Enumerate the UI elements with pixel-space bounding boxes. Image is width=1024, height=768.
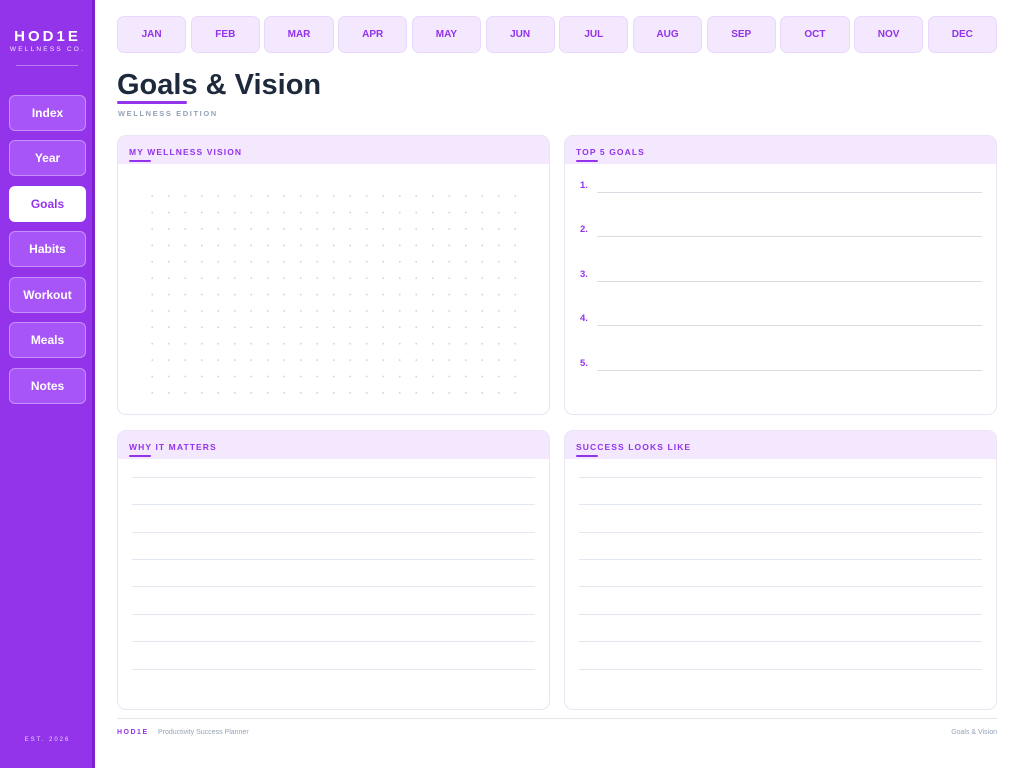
writing-line[interactable]: [132, 477, 535, 478]
goal-number: 3.: [580, 269, 588, 280]
footer-separator: ·: [151, 729, 154, 736]
writing-line[interactable]: [579, 614, 982, 615]
writing-line[interactable]: [579, 586, 982, 587]
tab-aug[interactable]: AUG: [632, 16, 703, 53]
goal-number: 5.: [580, 358, 588, 369]
tab-feb[interactable]: FEB: [190, 16, 260, 53]
page-subtitle: WELLNESS EDITION: [118, 109, 218, 118]
sidebar-item-workout[interactable]: Workout: [9, 277, 86, 313]
goal-input-line[interactable]: [597, 236, 982, 237]
tab-jun[interactable]: JUN: [485, 16, 555, 53]
writing-line[interactable]: [579, 641, 982, 642]
sidebar-item-meals[interactable]: Meals: [9, 322, 86, 358]
goal-row: 2.: [580, 224, 982, 238]
writing-line[interactable]: [132, 532, 535, 533]
why-card: WHY IT MATTERS: [117, 430, 550, 710]
brand-divider: [16, 65, 78, 66]
why-title-accent: [129, 455, 151, 457]
goal-input-line[interactable]: [597, 192, 982, 193]
title-underline: [117, 101, 187, 104]
tab-mar[interactable]: MAR: [264, 16, 334, 53]
sidebar-item-goals[interactable]: Goals: [9, 186, 86, 222]
page-title: Goals & Vision: [117, 69, 322, 101]
writing-line[interactable]: [132, 669, 535, 670]
goals-card-title: TOP 5 GOALS: [576, 147, 645, 157]
sidebar-item-notes[interactable]: Notes: [9, 368, 86, 404]
brand-name: HOD1E: [14, 28, 81, 45]
footer-divider: [117, 718, 997, 719]
month-tabs: JAN FEB MAR APR MAY JUN JUL AUG SEP OCT …: [117, 16, 997, 53]
vision-card-header: MY WELLNESS VISION: [118, 136, 549, 164]
writing-line[interactable]: [579, 504, 982, 505]
sidebar-item-index[interactable]: Index: [9, 95, 86, 131]
writing-line[interactable]: [579, 559, 982, 560]
goal-input-line[interactable]: [597, 281, 982, 282]
writing-line[interactable]: [132, 586, 535, 587]
tab-oct[interactable]: OCT: [780, 16, 850, 53]
goal-row: 1.: [580, 180, 982, 194]
writing-line[interactable]: [132, 559, 535, 560]
writing-line[interactable]: [579, 532, 982, 533]
goals-title-accent: [576, 160, 598, 162]
sidebar-item-year[interactable]: Year: [9, 140, 86, 176]
writing-line[interactable]: [579, 669, 982, 670]
goal-input-line[interactable]: [597, 370, 982, 371]
success-title-accent: [576, 455, 598, 457]
tab-jan[interactable]: JAN: [117, 16, 187, 53]
footer-brand: HOD1E: [117, 729, 149, 736]
tab-dec[interactable]: DEC: [927, 16, 997, 53]
why-card-title: WHY IT MATTERS: [129, 442, 217, 452]
tab-nov[interactable]: NOV: [854, 16, 924, 53]
sidebar: HOD1E WELLNESS CO. Index Year Goals Habi…: [0, 0, 95, 768]
vision-title-accent: [129, 160, 151, 162]
established-label: EST. 2026: [24, 737, 71, 743]
tab-jul[interactable]: JUL: [559, 16, 629, 53]
goal-number: 2.: [580, 224, 588, 235]
vision-card-title: MY WELLNESS VISION: [129, 147, 243, 157]
writing-line[interactable]: [579, 477, 982, 478]
tab-may[interactable]: MAY: [411, 16, 482, 53]
goal-number: 1.: [580, 180, 588, 191]
footer-page-name: Goals & Vision: [951, 729, 997, 736]
success-card-title: SUCCESS LOOKS LIKE: [576, 442, 692, 452]
why-card-header: WHY IT MATTERS: [118, 431, 549, 459]
writing-line[interactable]: [132, 504, 535, 505]
goal-input-line[interactable]: [597, 325, 982, 326]
brand-subtitle: WELLNESS CO.: [9, 46, 86, 53]
footer-tagline: Productivity Success Planner: [158, 729, 249, 736]
tab-sep[interactable]: SEP: [706, 16, 776, 53]
goal-row: 5.: [580, 358, 982, 372]
tab-apr[interactable]: APR: [338, 16, 408, 53]
brand-logo: HOD1E WELLNESS CO.: [0, 29, 95, 54]
success-card: SUCCESS LOOKS LIKE: [564, 430, 997, 710]
goals-card: TOP 5 GOALS 1. 2. 3. 4. 5.: [564, 135, 997, 415]
success-card-header: SUCCESS LOOKS LIKE: [565, 431, 996, 459]
goal-row: 4.: [580, 313, 982, 327]
vision-card: MY WELLNESS VISION: [117, 135, 550, 415]
goal-number: 4.: [580, 313, 588, 324]
vision-dot-grid[interactable]: [144, 188, 529, 397]
writing-line[interactable]: [132, 641, 535, 642]
writing-line[interactable]: [132, 614, 535, 615]
sidebar-item-habits[interactable]: Habits: [9, 231, 86, 267]
goals-card-header: TOP 5 GOALS: [565, 136, 996, 164]
goal-row: 3.: [580, 269, 982, 283]
